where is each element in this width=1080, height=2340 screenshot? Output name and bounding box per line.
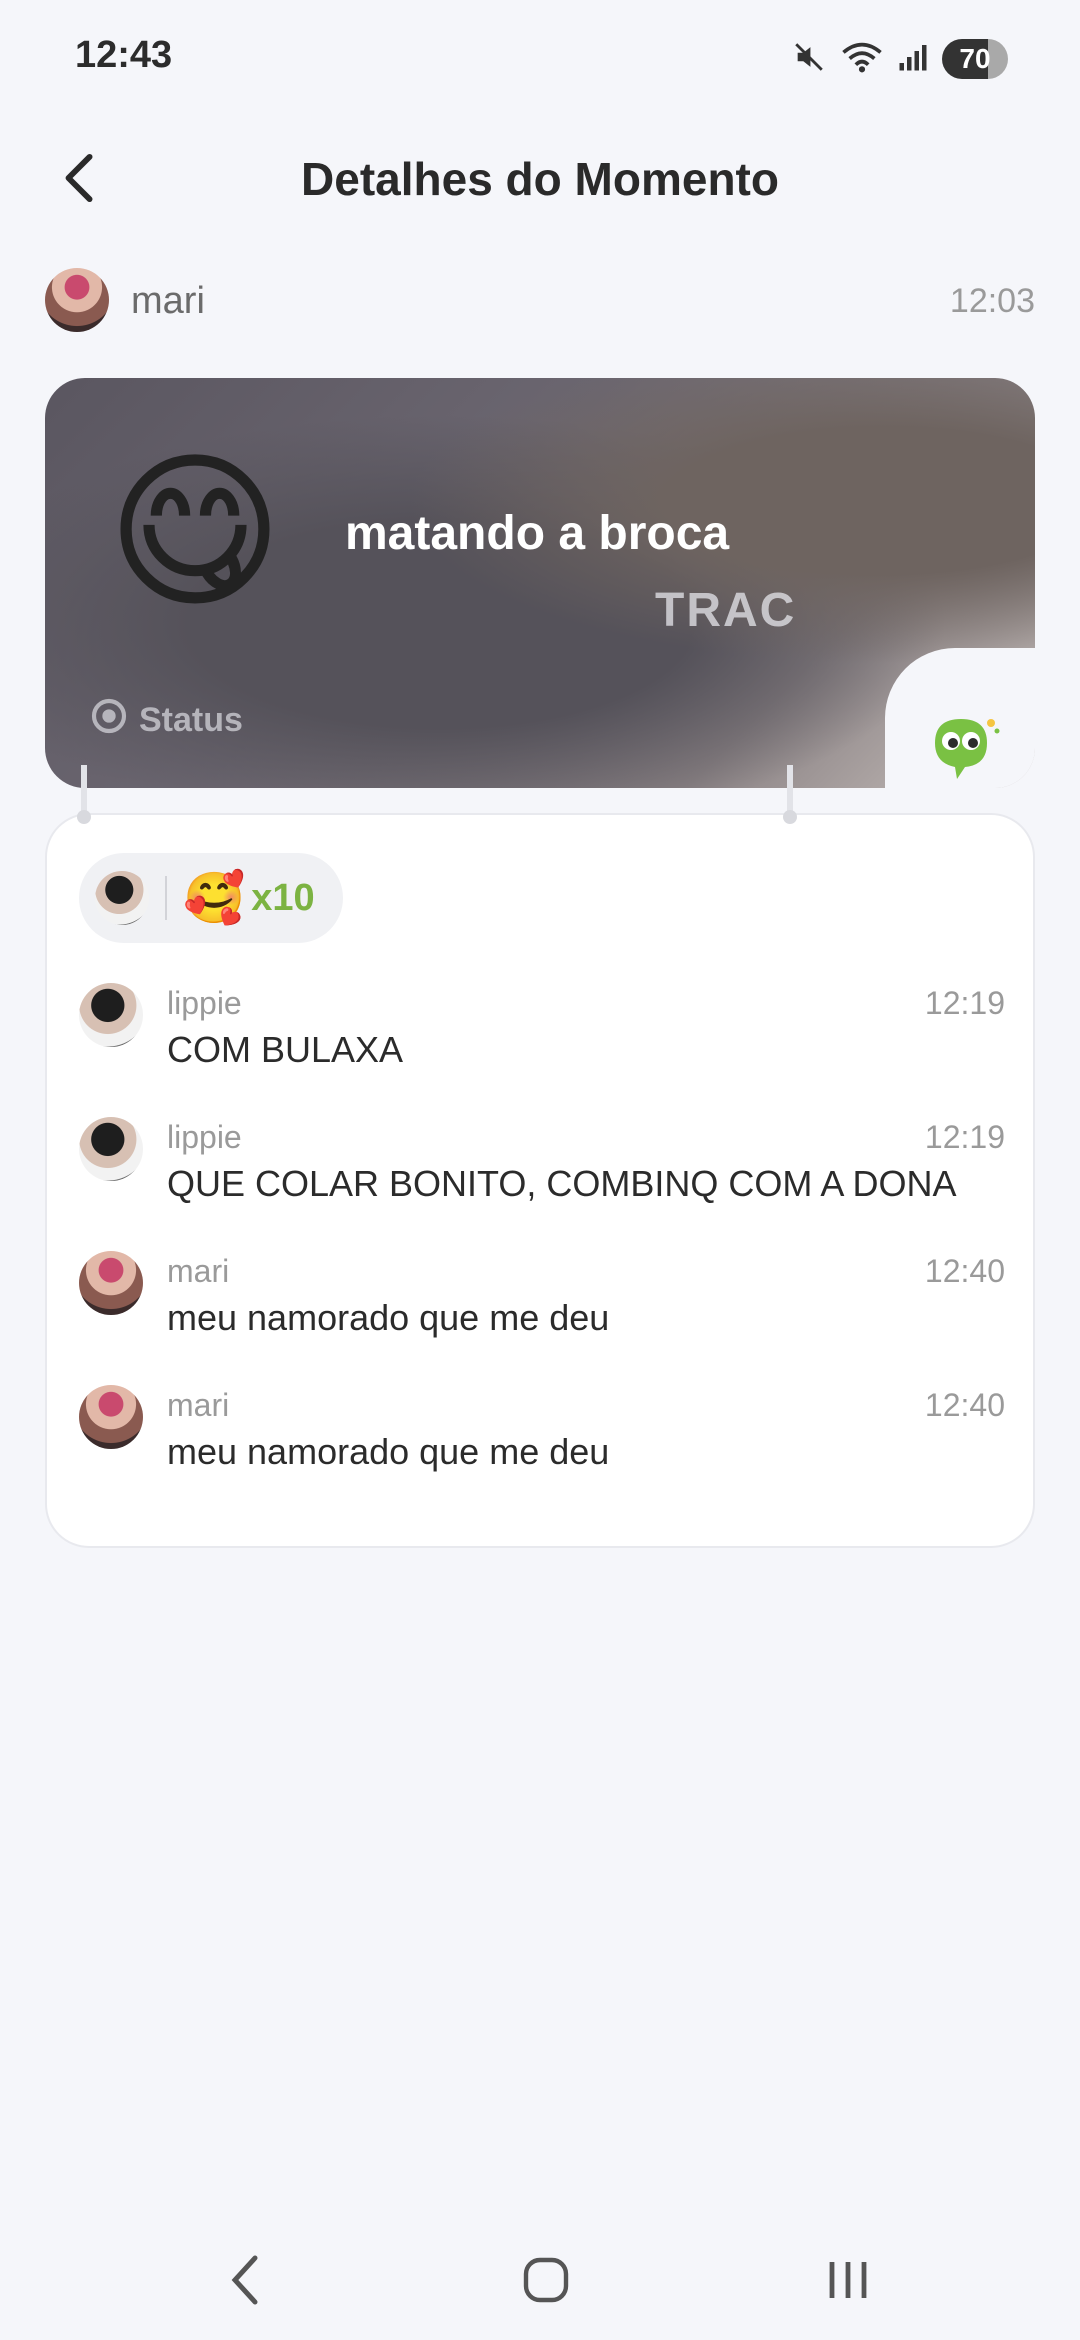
comment-username[interactable]: lippie xyxy=(167,985,242,1022)
battery-icon: 70 xyxy=(942,39,1008,79)
mascot-reaction-button[interactable] xyxy=(905,695,1025,805)
comment-item[interactable]: lippie 12:19 QUE COLAR BONITO, COMBINQ C… xyxy=(79,1117,1005,1227)
comment-item[interactable]: mari 12:40 meu namorado que me deu xyxy=(79,1385,1005,1495)
avatar[interactable] xyxy=(79,1251,143,1315)
signal-icon xyxy=(898,42,928,77)
status-tag: Status xyxy=(89,696,243,745)
comment-time: 12:19 xyxy=(924,1119,1005,1155)
comment-time: 12:40 xyxy=(924,1387,1005,1423)
comment-text: COM BULAXA xyxy=(167,1029,404,1070)
page-title: Detalhes do Momento xyxy=(301,153,779,205)
header: Detalhes do Momento xyxy=(0,130,1080,230)
system-nav-bar xyxy=(0,2230,1080,2330)
avatar[interactable] xyxy=(79,983,143,1047)
avatar[interactable] xyxy=(79,1117,143,1181)
comments-panel: 🥰 x10 lippie 12:19 COM BULAXA lippie 12:… xyxy=(45,765,1035,1548)
comment-item[interactable]: mari 12:40 meu namorado que me deu xyxy=(79,1251,1005,1361)
panel-hook-left xyxy=(77,765,91,824)
comment-username[interactable]: lippie xyxy=(167,1119,242,1156)
author-row[interactable]: mari 12:03 xyxy=(45,268,1035,334)
avatar[interactable] xyxy=(45,268,109,332)
nav-recents-button[interactable] xyxy=(808,2250,888,2314)
reactor-avatar xyxy=(95,871,149,925)
comment-text: QUE COLAR BONITO, COMBINQ COM A DONA xyxy=(167,1163,957,1204)
moment-text: matando a broca xyxy=(345,507,730,560)
comment-time: 12:19 xyxy=(924,985,1005,1021)
comment-username[interactable]: mari xyxy=(167,1253,229,1290)
moment-card[interactable]: TRAC 😋 matando a broca Status xyxy=(45,378,1035,788)
panel-hook-right xyxy=(783,765,797,824)
reaction-count: x10 xyxy=(251,876,315,919)
avatar[interactable] xyxy=(79,1385,143,1449)
nav-home-icon xyxy=(522,2254,570,2311)
comment-time: 12:40 xyxy=(924,1253,1005,1289)
nav-recents-icon xyxy=(824,2254,872,2311)
wifi-icon xyxy=(840,40,884,79)
mood-emoji: 😋 xyxy=(106,438,284,628)
mute-icon xyxy=(792,40,826,79)
reaction-summary[interactable]: 🥰 x10 xyxy=(79,853,343,943)
divider xyxy=(165,876,167,920)
green-mascot-icon xyxy=(927,713,1003,788)
status-bar: 12:43 70 xyxy=(0,0,1080,120)
status-ring-icon xyxy=(89,696,129,745)
nav-back-button[interactable] xyxy=(205,2250,285,2314)
status-icons: 70 xyxy=(792,36,1008,82)
photo-shirt-text: TRAC xyxy=(655,584,797,637)
nav-back-icon xyxy=(227,2254,263,2311)
nav-home-button[interactable] xyxy=(506,2250,586,2314)
author-name[interactable]: mari xyxy=(131,280,205,323)
reaction-emoji: 🥰 xyxy=(183,870,246,926)
comment-item[interactable]: lippie 12:19 COM BULAXA xyxy=(79,983,1005,1093)
post-time: 12:03 xyxy=(949,282,1035,320)
comment-username[interactable]: mari xyxy=(167,1387,229,1424)
status-label: Status xyxy=(139,701,243,739)
comment-text: meu namorado que me deu xyxy=(167,1297,610,1338)
comment-text: meu namorado que me deu xyxy=(167,1431,610,1472)
status-time: 12:43 xyxy=(75,34,173,76)
